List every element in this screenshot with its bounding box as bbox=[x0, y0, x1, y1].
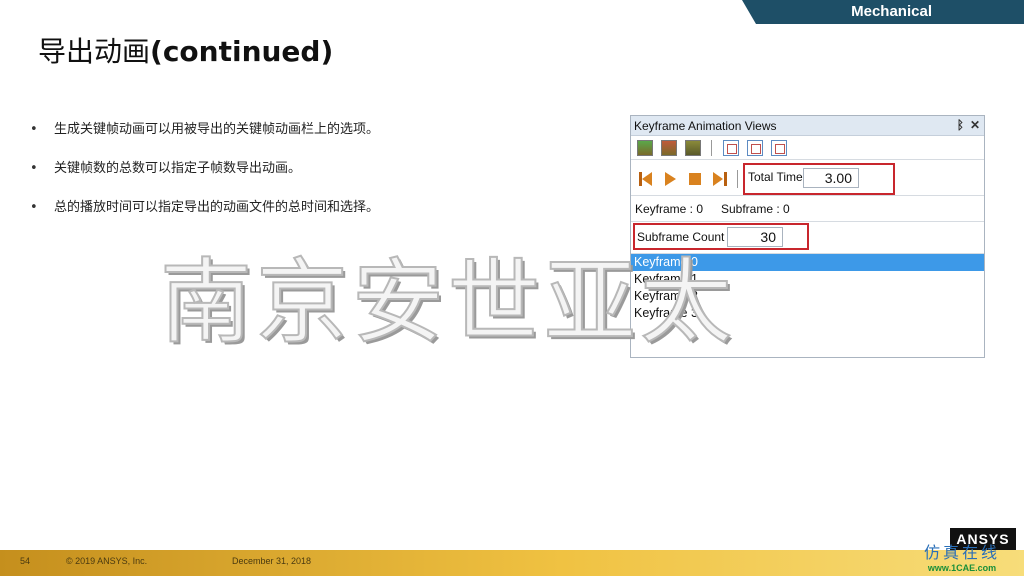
export-view-icon[interactable] bbox=[771, 140, 787, 156]
bullet-item: 生成关键帧动画可以用被导出的关键帧动画栏上的选项。 bbox=[30, 120, 590, 140]
subframe-count-row: Subframe Count 30 bbox=[631, 222, 984, 254]
site-name-cn: 仿真在线 bbox=[923, 543, 1000, 562]
subframe-count-input[interactable]: 30 bbox=[727, 227, 783, 247]
edit-keyframe-icon[interactable] bbox=[685, 140, 701, 156]
page-number: 54 bbox=[20, 556, 31, 566]
title-en: (continued) bbox=[150, 35, 334, 68]
bullet-item: 关键帧数的总数可以指定子帧数导出动画。 bbox=[30, 159, 590, 179]
add-keyframe-icon[interactable] bbox=[637, 140, 653, 156]
total-time-input[interactable]: 3.00 bbox=[803, 168, 859, 188]
title-cn: 导出动画 bbox=[38, 35, 151, 68]
frame-info-row: Keyframe : 0 Subframe : 0 bbox=[631, 196, 984, 222]
first-frame-icon[interactable] bbox=[639, 172, 655, 186]
playback-toolbar: Total Time 3.00 bbox=[631, 160, 984, 196]
bullet-item: 总的播放时间可以指定导出的动画文件的总时间和选择。 bbox=[30, 198, 590, 218]
delete-keyframe-icon[interactable] bbox=[661, 140, 677, 156]
keyframe-list: Keyframe 0 Keyframe 1 Keyframe 2 Keyfram… bbox=[631, 254, 984, 322]
list-item[interactable]: Keyframe 0 bbox=[631, 254, 984, 271]
copyright: © 2019 ANSYS, Inc. bbox=[66, 556, 148, 566]
play-icon[interactable] bbox=[665, 172, 676, 186]
date: December 31, 2018 bbox=[232, 556, 312, 566]
bullet-list: 生成关键帧动画可以用被导出的关键帧动画栏上的选项。 关键帧数的总数可以指定子帧数… bbox=[30, 120, 590, 237]
subframe-count-label: Subframe Count bbox=[637, 230, 725, 244]
site-logo: 仿真在线 www.1CAE.com bbox=[906, 539, 1018, 573]
footer-bar: 54 © 2019 ANSYS, Inc. December 31, 2018 … bbox=[0, 543, 1024, 576]
toolbar-separator bbox=[711, 140, 712, 156]
site-url: www.1CAE.com bbox=[927, 563, 997, 573]
product-tag: Mechanical bbox=[742, 0, 1024, 24]
list-item[interactable]: Keyframe 2 bbox=[631, 288, 984, 305]
list-item[interactable]: Keyframe 1 bbox=[631, 271, 984, 288]
subframe-readout: Subframe : 0 bbox=[721, 202, 790, 216]
slide-title: 导出动画(continued) bbox=[38, 30, 333, 70]
paste-view-icon[interactable] bbox=[747, 140, 763, 156]
toolbar-separator bbox=[737, 170, 738, 188]
keyframe-readout: Keyframe : 0 bbox=[635, 202, 704, 216]
last-frame-icon[interactable] bbox=[713, 172, 729, 186]
product-tag-label: Mechanical bbox=[851, 3, 932, 20]
pin-icon[interactable]: ᛒ bbox=[957, 118, 964, 132]
copy-view-icon[interactable] bbox=[723, 140, 739, 156]
total-time-label: Total Time bbox=[748, 170, 803, 184]
list-item[interactable]: Keyframe 3 bbox=[631, 305, 984, 322]
keyframe-toolbar bbox=[631, 136, 984, 160]
keyframe-animation-panel: Keyframe Animation Views ᛒ ✕ Total Time … bbox=[630, 115, 985, 358]
panel-title: Keyframe Animation Views bbox=[634, 119, 777, 133]
stop-icon[interactable] bbox=[689, 173, 701, 185]
close-icon[interactable]: ✕ bbox=[970, 118, 980, 132]
panel-title-bar: Keyframe Animation Views ᛒ ✕ bbox=[631, 116, 984, 136]
